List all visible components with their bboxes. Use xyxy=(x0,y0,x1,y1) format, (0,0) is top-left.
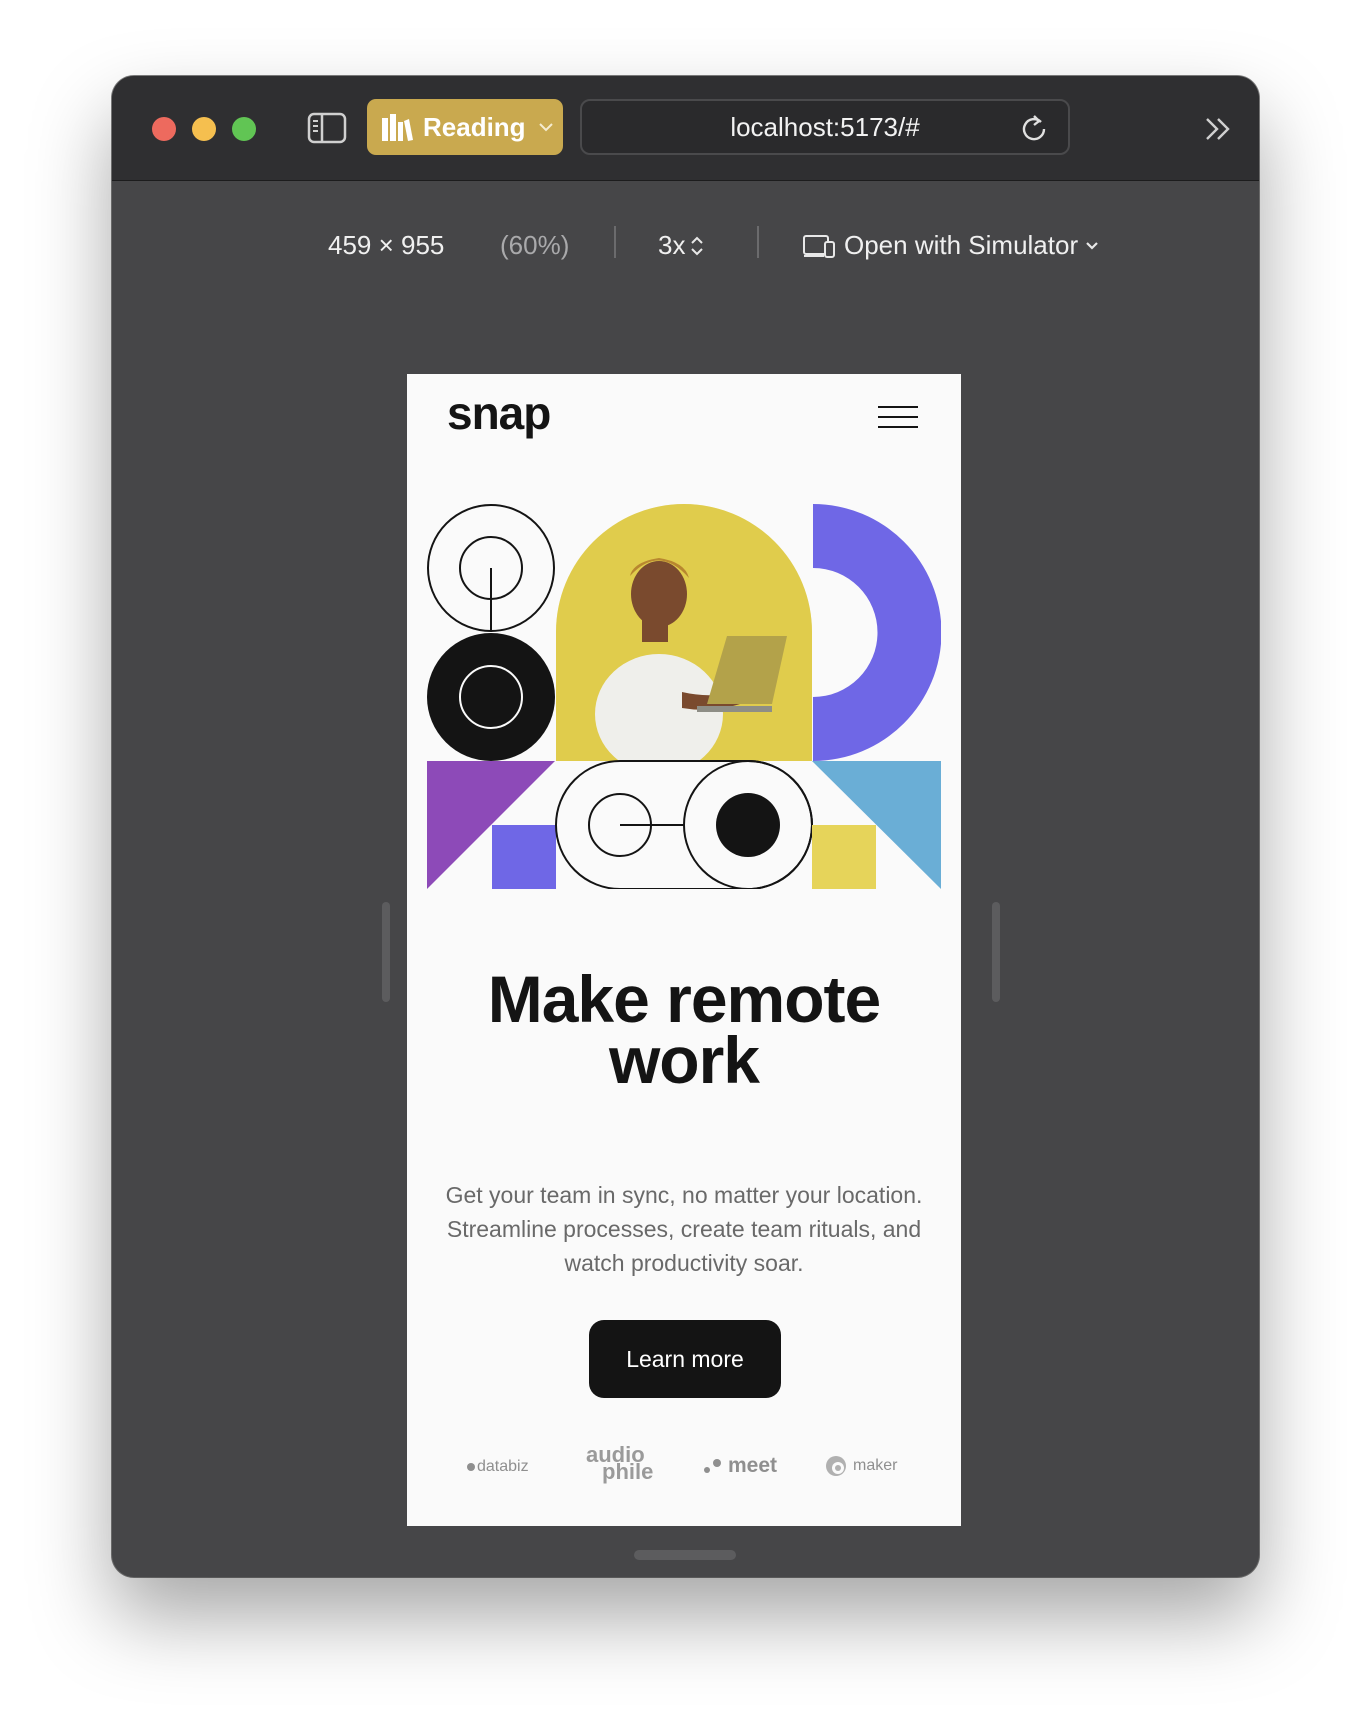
description-line: Streamline processes, create team ritual… xyxy=(446,1216,922,1242)
viewport-dimensions[interactable]: 459 × 955 xyxy=(328,230,444,261)
reading-list-button[interactable]: Reading xyxy=(367,99,563,155)
viewport-zoom: (60%) xyxy=(500,230,570,260)
headline-line: Make remote xyxy=(487,962,882,1036)
maker-logo-icon xyxy=(826,1456,846,1476)
client-logo-maker: maker xyxy=(825,1455,897,1477)
simulator-label: Open with Simulator xyxy=(844,230,1079,260)
description-line: Get your team in sync, no matter your lo… xyxy=(445,1182,923,1208)
hamburger-menu-icon[interactable] xyxy=(878,406,918,430)
client-name: meet xyxy=(728,1454,778,1477)
page-viewport: snap Make remote work Get your team in s… xyxy=(407,374,961,1526)
sidebar-icon[interactable] xyxy=(307,111,347,145)
resize-handle-left[interactable] xyxy=(382,902,390,1002)
address-bar[interactable]: localhost:5173/# xyxy=(580,99,1070,155)
reload-icon[interactable] xyxy=(1020,114,1048,142)
client-logo-databiz: databiz xyxy=(467,1458,529,1476)
reading-list-icon xyxy=(382,114,413,141)
chevron-down-icon xyxy=(538,123,553,132)
reading-list-label: Reading xyxy=(423,111,526,142)
hero-headline: Make remote work xyxy=(407,962,961,1097)
divider xyxy=(614,226,616,258)
black-circle-shape xyxy=(427,633,555,761)
resize-handle-right[interactable] xyxy=(992,902,1000,1002)
browser-toolbar: Reading localhost:5173/# xyxy=(112,76,1259,181)
open-with-simulator-button[interactable]: Open with Simulator xyxy=(802,230,1108,261)
resize-handle-bottom[interactable] xyxy=(634,1550,736,1560)
purple-square-shape xyxy=(492,825,556,889)
client-name: maker xyxy=(853,1457,898,1474)
pixel-ratio-selector[interactable]: 3x xyxy=(658,230,705,261)
divider xyxy=(757,226,759,258)
url-text: localhost:5173/# xyxy=(730,111,920,142)
device-icon xyxy=(803,234,835,258)
pill-toggle-shape xyxy=(555,760,813,889)
hero-photo xyxy=(556,504,812,761)
client-logo-audiophile: audio phile xyxy=(586,1444,654,1484)
description-line: watch productivity soar. xyxy=(564,1250,804,1276)
browser-window: Reading localhost:5173/# 459 × 955 (60%)… xyxy=(112,76,1259,1577)
purple-arc-shape xyxy=(813,504,941,761)
zoom-window-button[interactable] xyxy=(232,117,256,141)
headline-line: work xyxy=(608,1023,760,1097)
hero-illustration xyxy=(427,504,941,889)
yellow-square-shape xyxy=(812,825,876,889)
close-window-button[interactable] xyxy=(152,117,176,141)
chevron-double-right-icon[interactable] xyxy=(1204,116,1232,142)
pixel-ratio-value: 3x xyxy=(658,230,686,260)
client-logos: databiz audio phile meet maker xyxy=(407,1442,961,1492)
chevron-down-icon xyxy=(1086,241,1098,250)
minimize-window-button[interactable] xyxy=(192,117,216,141)
responsive-device-bar: 459 × 955 (60%) 3x Open with Simulator xyxy=(112,224,1259,264)
learn-more-button[interactable]: Learn more xyxy=(589,1320,781,1398)
client-name: databiz xyxy=(477,1458,529,1475)
site-logo[interactable]: snap xyxy=(447,386,551,440)
chevron-up-down-icon xyxy=(691,236,704,255)
outline-circle-shape xyxy=(427,504,555,632)
hero-description: Get your team in sync, no matter your lo… xyxy=(427,1178,941,1280)
client-logo-meet: meet xyxy=(704,1454,777,1478)
client-name: phile xyxy=(602,1459,654,1484)
